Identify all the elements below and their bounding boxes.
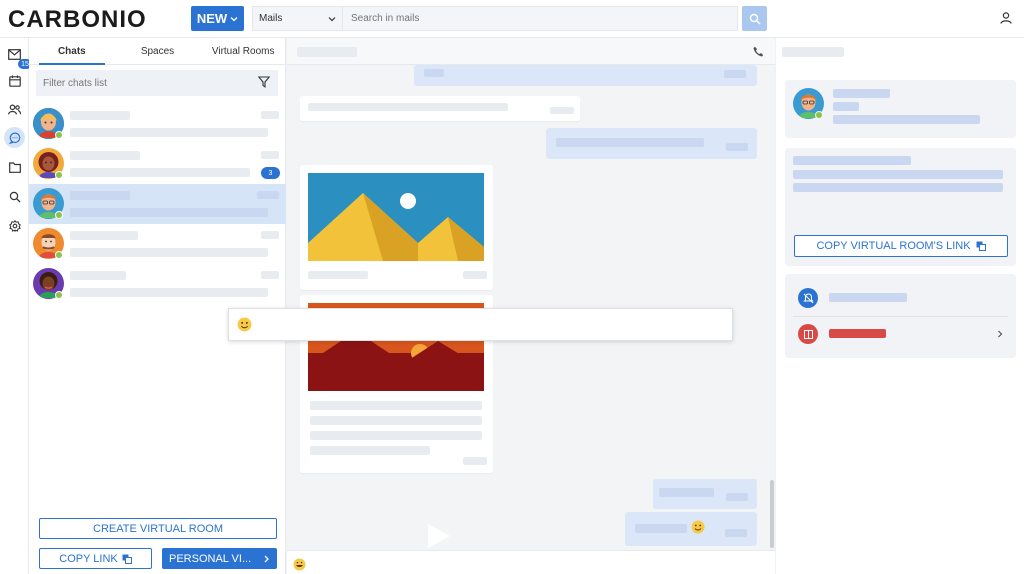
unread-badge: 3: [261, 167, 280, 179]
copy-icon: [122, 554, 132, 564]
new-button[interactable]: NEW: [191, 6, 244, 31]
new-button-label: NEW: [196, 11, 228, 26]
app-logo: CARBONIO: [8, 6, 147, 33]
copy-link-label: COPY LINK: [59, 552, 118, 565]
grin-emoji-icon[interactable]: [293, 558, 306, 571]
search-scope-label: Mails: [259, 13, 283, 24]
search-bar: Mails: [252, 6, 738, 31]
online-indicator: [815, 111, 823, 119]
chevron-right-icon[interactable]: [997, 330, 1003, 338]
chevron-down-icon: [230, 16, 238, 21]
filter-chats-input[interactable]: Filter chats list: [36, 70, 278, 96]
message-composer[interactable]: [287, 550, 775, 574]
rail-contacts[interactable]: [6, 101, 23, 118]
smile-emoji-icon[interactable]: [237, 317, 252, 332]
filter-placeholder: Filter chats list: [43, 77, 107, 89]
filter-icon[interactable]: [258, 76, 270, 88]
leave-room-button[interactable]: [798, 324, 818, 344]
search-input[interactable]: [343, 7, 737, 30]
rail-settings[interactable]: [6, 217, 23, 234]
conversation-scrollbar[interactable]: [770, 480, 774, 548]
chat-list-item[interactable]: [29, 224, 286, 264]
tab-virtual-rooms[interactable]: Virtual Rooms: [200, 38, 286, 64]
user-menu-button[interactable]: [998, 10, 1014, 26]
rail-chats[interactable]: [4, 127, 25, 148]
message-image[interactable]: [300, 165, 493, 290]
mute-notifications-button[interactable]: [798, 288, 818, 308]
chat-icon: [8, 132, 20, 144]
module-rail: 15: [0, 38, 32, 574]
gear-icon: [8, 219, 21, 232]
phone-icon[interactable]: [753, 46, 764, 57]
image-thumbnail: [308, 173, 484, 261]
bell-off-icon: [802, 292, 814, 303]
chat-list-item[interactable]: [29, 104, 286, 144]
chat-tabs: Chats Spaces Virtual Rooms: [29, 38, 286, 65]
copy-icon: [976, 241, 986, 251]
chat-list-item-selected[interactable]: [29, 184, 286, 224]
search-button[interactable]: [742, 6, 767, 31]
tab-chats[interactable]: Chats: [29, 38, 115, 65]
calendar-icon: [8, 75, 21, 87]
contacts-icon: [8, 104, 21, 115]
chat-list-panel: Chats Spaces Virtual Rooms Filter chats …: [29, 38, 286, 574]
user-icon: [1000, 12, 1012, 24]
chevron-right-icon: [264, 555, 269, 562]
rail-mail[interactable]: 15: [6, 46, 32, 69]
conversation-panel: [287, 38, 775, 550]
message-outgoing: [414, 65, 757, 86]
folder-icon: [8, 162, 21, 173]
mail-icon: [8, 49, 21, 60]
message-incoming: [300, 96, 580, 121]
copy-virtual-room-link-label: COPY VIRTUAL ROOM'S LINK: [816, 240, 971, 252]
room-details-card: [785, 80, 1016, 138]
online-indicator: [55, 251, 63, 259]
search-icon: [9, 191, 20, 202]
search-icon: [749, 13, 760, 24]
smile-emoji-icon: [691, 520, 705, 534]
online-indicator: [55, 171, 63, 179]
personal-virtual-room-button[interactable]: PERSONAL VI...: [162, 548, 277, 569]
chat-list-item[interactable]: 3: [29, 144, 286, 184]
room-info-panel: COPY VIRTUAL ROOM'S LINK: [776, 38, 1024, 574]
copy-link-button[interactable]: COPY LINK: [39, 548, 152, 569]
copy-virtual-room-link-button[interactable]: COPY VIRTUAL ROOM'S LINK: [794, 235, 1008, 257]
top-bar: CARBONIO NEW Mails: [0, 0, 1024, 38]
chat-list-item[interactable]: [29, 264, 286, 304]
conversation-header: [287, 38, 775, 65]
rail-calendar[interactable]: [6, 72, 23, 89]
tab-spaces[interactable]: Spaces: [115, 38, 201, 64]
create-virtual-room-button[interactable]: CREATE VIRTUAL ROOM: [39, 518, 277, 539]
room-actions-card: [785, 274, 1016, 358]
emoji-suggestion-popup: [228, 308, 733, 341]
message-outgoing: [653, 479, 757, 509]
door-icon: [803, 329, 813, 339]
chevron-down-icon: [328, 16, 336, 21]
online-indicator: [55, 291, 63, 299]
online-indicator: [55, 211, 63, 219]
search-scope-select[interactable]: Mails: [253, 7, 343, 30]
play-icon[interactable]: [426, 523, 452, 549]
online-indicator: [55, 131, 63, 139]
rail-files[interactable]: [6, 159, 23, 176]
message-outgoing: [546, 128, 757, 159]
message-outgoing: [625, 512, 757, 546]
personal-virtual-room-label: PERSONAL VI...: [169, 552, 252, 565]
rail-search[interactable]: [6, 188, 23, 205]
